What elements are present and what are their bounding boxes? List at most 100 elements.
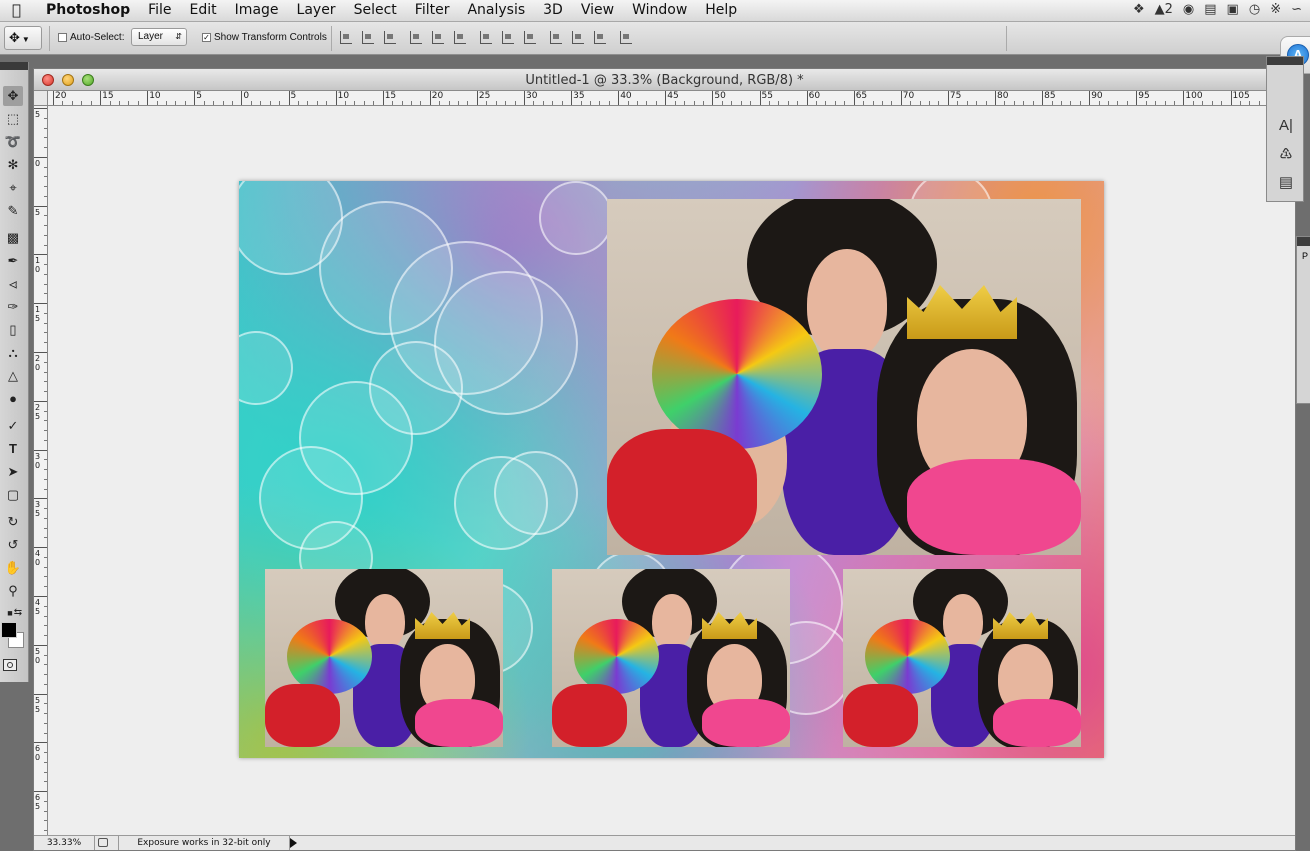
adobe-icon[interactable]: ▲2 xyxy=(1155,2,1173,17)
hand-tool-icon[interactable]: ✋ xyxy=(3,558,23,578)
menu-filter[interactable]: Filter xyxy=(415,2,450,18)
menu-view[interactable]: View xyxy=(581,2,614,18)
clone-source-icon[interactable]: ♳ xyxy=(1277,145,1295,163)
eyedropper-tool-icon[interactable]: ✎ xyxy=(3,201,23,221)
stamp-tool-icon[interactable]: ⏿ xyxy=(3,274,23,294)
dodge-tool-icon[interactable]: ● xyxy=(3,389,23,409)
align-vcenter-icon[interactable] xyxy=(362,31,374,44)
foreground-color-swatch[interactable] xyxy=(1,622,17,638)
thumbnail-photo[interactable] xyxy=(552,569,790,747)
canvas-area[interactable] xyxy=(48,106,1295,837)
wifi-icon[interactable]: ∽ xyxy=(1291,2,1302,17)
crop-tool-icon[interactable]: ⌖ xyxy=(3,178,23,198)
photo-feather-boa-pink xyxy=(993,699,1081,747)
ruler-minor-tick xyxy=(118,101,120,105)
spot-heal-tool-icon[interactable]: ▩ xyxy=(3,228,23,248)
3d-orbit-tool-icon[interactable]: ↺ xyxy=(3,535,23,555)
status-info-icon[interactable] xyxy=(98,838,108,847)
menu-help[interactable]: Help xyxy=(705,2,737,18)
ruler-major-tick xyxy=(806,91,808,105)
move-tool-icon[interactable]: ✥ xyxy=(3,86,23,106)
pen-tool-icon[interactable]: ✓ xyxy=(3,416,23,436)
marquee-tool-icon[interactable]: ⬚ xyxy=(3,109,23,129)
ruler-minor-tick xyxy=(693,101,695,105)
blur-tool-icon[interactable]: △ xyxy=(3,366,23,386)
3d-rotate-tool-icon[interactable]: ↻ xyxy=(3,512,23,532)
ruler-minor-tick xyxy=(184,101,186,105)
thumbnail-photo[interactable] xyxy=(843,569,1081,747)
distribute-bottom-icon[interactable] xyxy=(524,31,536,44)
cloud-icon[interactable]: ◉ xyxy=(1183,2,1194,17)
ruler-minor-tick xyxy=(589,101,591,105)
lasso-tool-icon[interactable]: ➰ xyxy=(3,132,23,152)
ruler-minor-tick xyxy=(505,101,507,105)
time-machine-icon[interactable]: ◷ xyxy=(1249,2,1260,17)
document-canvas[interactable] xyxy=(239,181,1104,758)
menu-app-name[interactable]: Photoshop xyxy=(46,2,130,18)
align-bottom-icon[interactable] xyxy=(384,31,396,44)
tool-preset-picker[interactable]: ✥ ▼ xyxy=(4,26,42,50)
panel-grip[interactable] xyxy=(0,62,28,70)
distribute-vcenter-icon[interactable] xyxy=(502,31,514,44)
auto-select-checkbox[interactable] xyxy=(58,33,67,42)
distribute-left-icon[interactable] xyxy=(550,31,562,44)
ruler-minor-tick xyxy=(345,101,347,105)
menu-edit[interactable]: Edit xyxy=(190,2,217,18)
menu-3d[interactable]: 3D xyxy=(543,2,563,18)
ruler-label: 50 xyxy=(714,91,726,101)
brush-tool-icon[interactable]: ✒ xyxy=(3,251,23,271)
auto-select-target-dropdown[interactable]: Layer ⇵ xyxy=(131,28,187,46)
vertical-ruler[interactable]: 5 0 5 1 0 1 5 2 0 2 5 3 0 3 5 4 0 4 5 5 0 5 5 6 0 6 5 xyxy=(34,106,48,837)
tool-presets-icon[interactable]: ▤ xyxy=(1277,173,1295,191)
distribute-top-icon[interactable] xyxy=(480,31,492,44)
ruler-minor-tick xyxy=(1145,101,1147,105)
finder-icon[interactable]: ▣ xyxy=(1227,2,1239,17)
ruler-minor-tick xyxy=(1108,101,1110,105)
status-menu-arrow-icon[interactable] xyxy=(290,838,297,848)
distribute-right-icon[interactable] xyxy=(594,31,606,44)
ruler-minor-tick xyxy=(1070,101,1072,105)
ruler-origin[interactable] xyxy=(34,91,48,106)
align-top-icon[interactable] xyxy=(340,31,352,44)
document-titlebar[interactable]: Untitled-1 @ 33.3% (Background, RGB/8) * xyxy=(34,69,1295,91)
ruler-minor-tick xyxy=(71,101,73,105)
ruler-minor-tick xyxy=(467,101,469,105)
align-left-icon[interactable] xyxy=(410,31,422,44)
ruler-minor-tick xyxy=(637,101,639,105)
paint-bucket-tool-icon[interactable]: ⛬ xyxy=(3,343,23,363)
thumbnail-photo[interactable] xyxy=(265,569,503,747)
quick-select-tool-icon[interactable]: ✻ xyxy=(3,155,23,175)
zoom-level-field[interactable]: 33.33% xyxy=(34,836,95,850)
distribute-hcenter-icon[interactable] xyxy=(572,31,584,44)
eraser-tool-icon[interactable]: ▯ xyxy=(3,320,23,340)
type-tool-icon[interactable]: T xyxy=(3,439,23,459)
zoom-tool-icon[interactable]: ⚲ xyxy=(3,581,23,601)
horizontal-ruler[interactable]: 20 15 10 5 0 5 10 15 20 25 30 35 40 45 50 55 60 65 70 75 80 8… xyxy=(48,91,1295,106)
menu-window[interactable]: Window xyxy=(632,2,687,18)
quick-mask-icon[interactable] xyxy=(3,659,17,671)
auto-align-icon[interactable] xyxy=(620,31,632,44)
history-brush-tool-icon[interactable]: ✑ xyxy=(3,297,23,317)
apple-menu-icon[interactable]:  xyxy=(12,1,21,19)
menu-file[interactable]: File xyxy=(148,2,171,18)
rectangle-tool-icon[interactable]: ▢ xyxy=(3,485,23,505)
panel-grip[interactable] xyxy=(1267,57,1303,65)
show-transform-checkbox[interactable]: ✓ xyxy=(202,33,211,42)
main-photo[interactable] xyxy=(607,199,1081,555)
bluetooth-icon[interactable]: ※ xyxy=(1270,2,1281,17)
align-right-icon[interactable] xyxy=(454,31,466,44)
align-hcenter-icon[interactable] xyxy=(432,31,444,44)
dropbox-icon[interactable]: ❖ xyxy=(1133,2,1145,17)
menu-layer[interactable]: Layer xyxy=(297,2,336,18)
menu-analysis[interactable]: Analysis xyxy=(467,2,525,18)
swap-colors-icon[interactable]: ⇆ xyxy=(8,603,28,623)
path-select-tool-icon[interactable]: ➤ xyxy=(3,462,23,482)
ruler-major-tick xyxy=(382,91,384,105)
menu-select[interactable]: Select xyxy=(354,2,397,18)
menu-image[interactable]: Image xyxy=(235,2,279,18)
ruler-label: 3 5 xyxy=(35,500,41,519)
character-panel-icon[interactable]: A| xyxy=(1277,117,1295,135)
panel-grip[interactable] xyxy=(1297,237,1310,246)
clipboard-icon[interactable]: ▤ xyxy=(1204,2,1216,17)
ruler-label: 3 0 xyxy=(35,451,41,470)
